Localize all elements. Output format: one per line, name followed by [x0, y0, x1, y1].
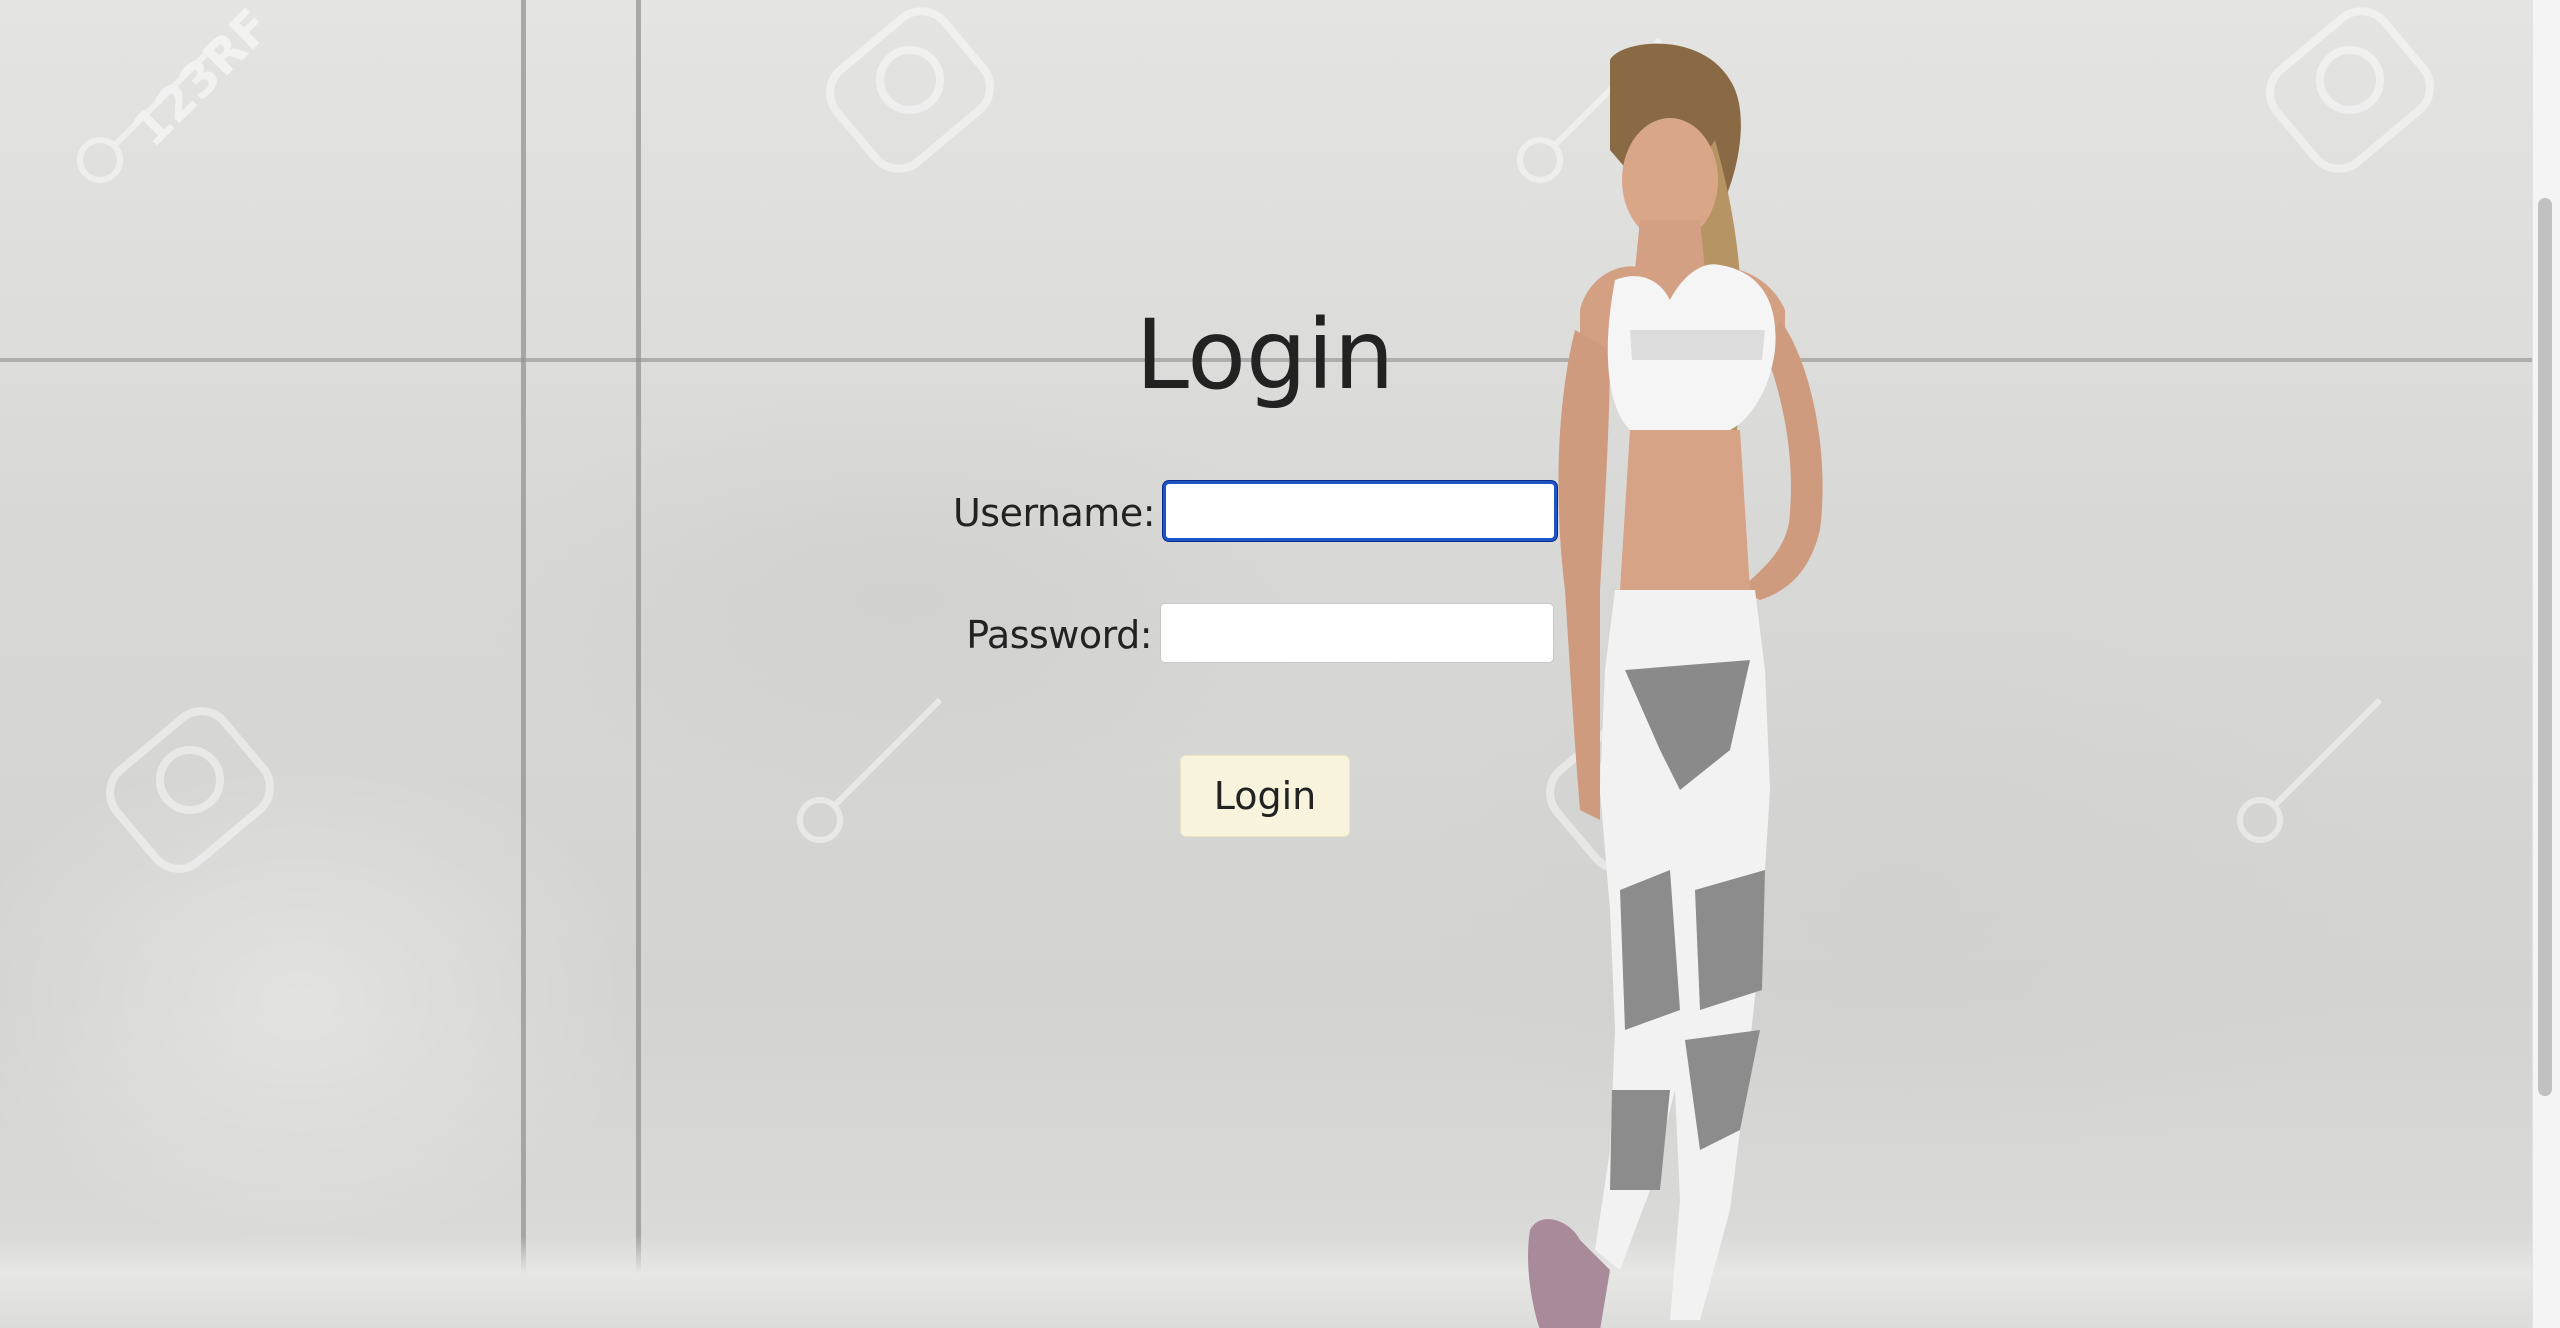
password-row: Password:	[860, 600, 1670, 670]
watermark-logo: 123RF	[77, 0, 260, 183]
watermark-camera-icon	[2266, 7, 2434, 173]
username-input[interactable]	[1163, 481, 1557, 541]
watermark-text: 123RF	[122, 0, 260, 158]
watermark-camera-icon	[106, 707, 274, 873]
viewport: 123RF Login Username: Password: Login	[0, 0, 2560, 1328]
watermark-logo	[2237, 697, 2383, 843]
login-form: Login Username: Password: Login	[860, 290, 1670, 837]
password-label: Password:	[966, 613, 1152, 657]
username-row: Username:	[860, 478, 1670, 548]
username-label: Username:	[952, 491, 1156, 535]
wall-seam-vertical-1	[521, 0, 526, 1280]
watermark-camera-icon	[826, 7, 994, 173]
watermark-logo	[797, 697, 943, 843]
page-title: Login	[1135, 299, 1395, 411]
scrollbar-thumb[interactable]	[2538, 198, 2552, 1096]
floor	[0, 1235, 2532, 1328]
login-button[interactable]: Login	[1180, 755, 1350, 837]
wall-seam-vertical-2	[636, 0, 641, 1290]
password-input[interactable]	[1160, 603, 1554, 663]
model-figure	[1528, 43, 1823, 1328]
